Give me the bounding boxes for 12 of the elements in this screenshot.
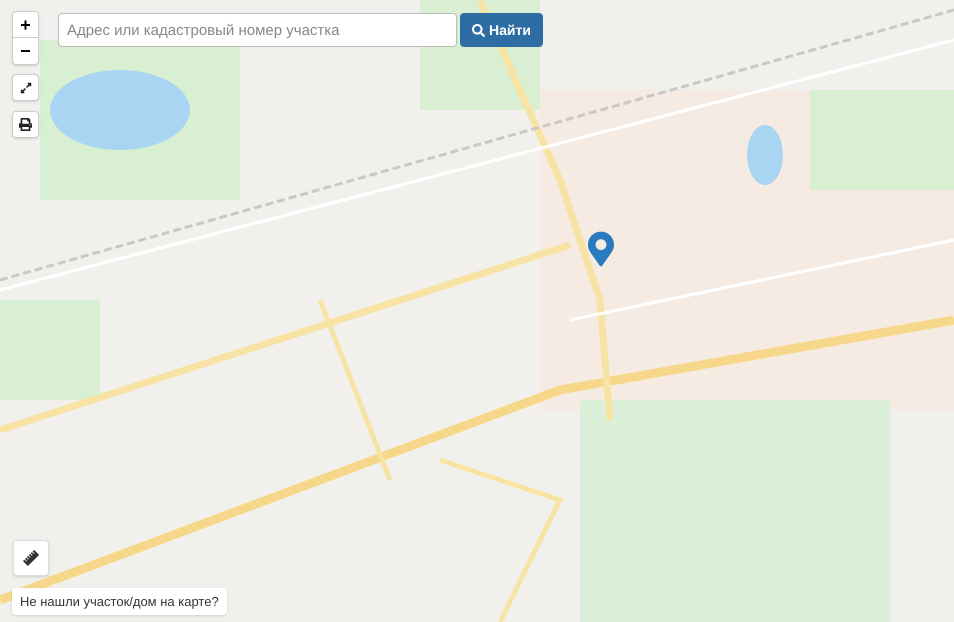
ruler-button[interactable]: [13, 540, 49, 576]
fullscreen-button[interactable]: [12, 74, 39, 101]
zoom-in-button[interactable]: +: [13, 12, 38, 38]
search-icon: [472, 24, 485, 36]
report-missing-link[interactable]: Не нашли участок/дом на карте?: [12, 588, 227, 615]
search-button[interactable]: Найти: [460, 13, 543, 47]
print-button[interactable]: [12, 111, 39, 138]
expand-icon: [20, 82, 32, 94]
zoom-out-button[interactable]: −: [13, 38, 38, 64]
print-icon: [19, 118, 32, 131]
search-field[interactable]: Адрес или кадастровый номер участка: [58, 13, 457, 47]
location-pin-icon: [588, 229, 614, 269]
